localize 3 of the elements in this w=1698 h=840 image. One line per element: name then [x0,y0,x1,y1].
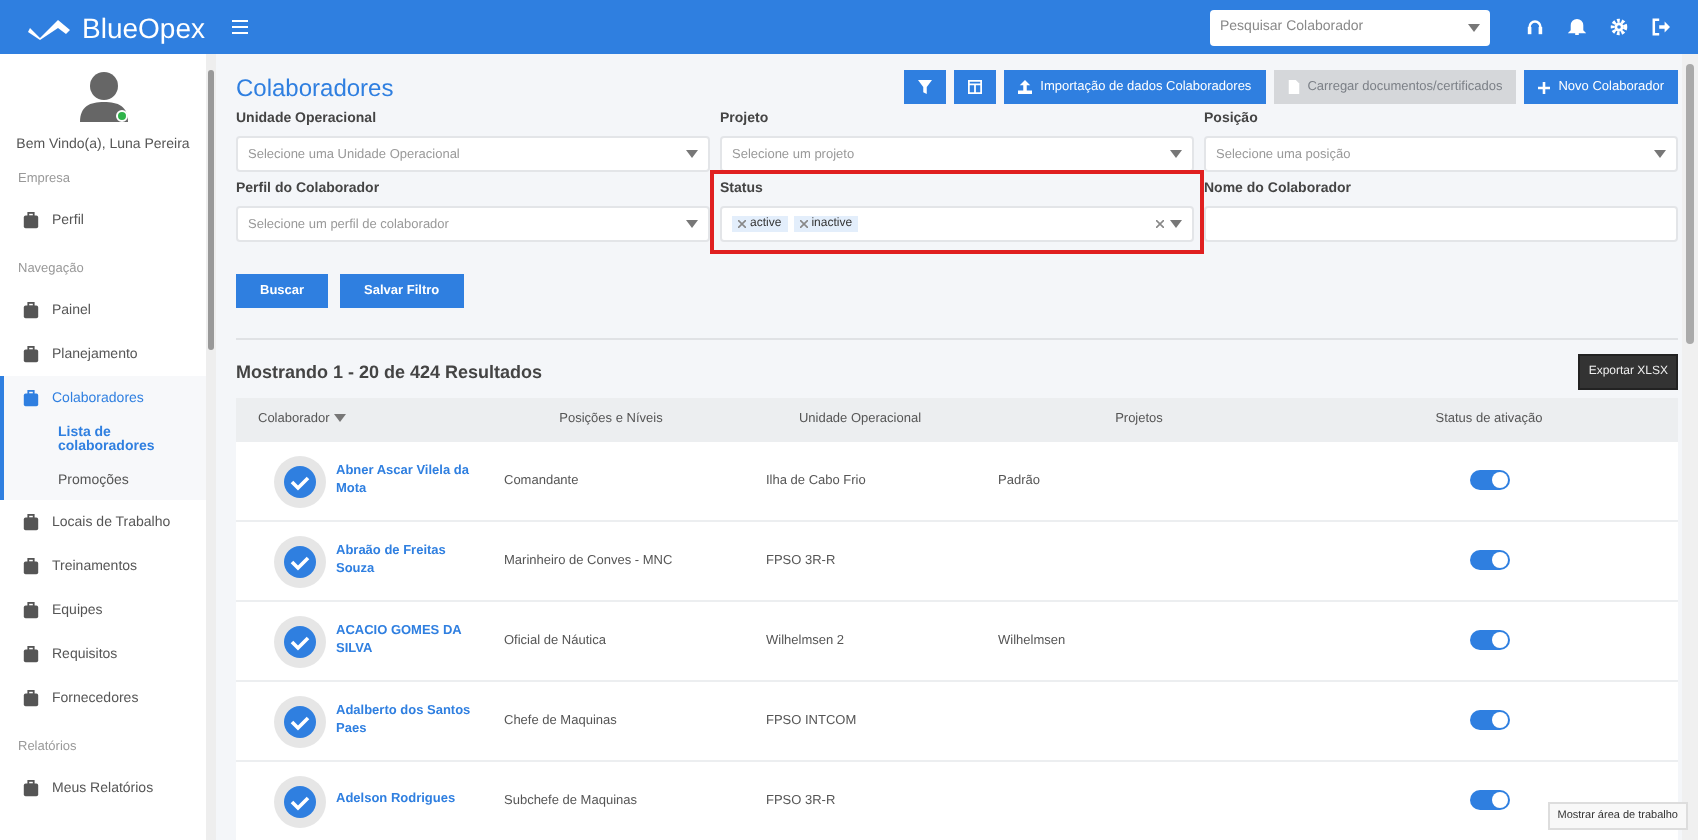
page-title: Colaboradores [236,73,396,101]
results-count: Mostrando 1 - 20 de 424 Resultados [236,362,543,382]
brand-name: BlueOpex [82,11,205,43]
